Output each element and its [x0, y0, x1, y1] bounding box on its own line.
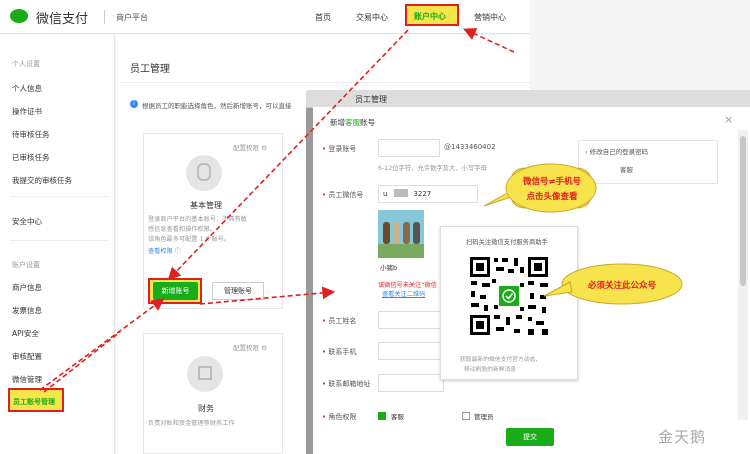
screenshot-page: 微信支付 商户平台 首页 交易中心 账户中心 营销中心 个人设置 个人信息 操作… [0, 0, 750, 454]
arrow-to-account-center [463, 28, 515, 53]
arrow-staff-mgmt-to-add-button [39, 298, 165, 391]
callout-wechat-not-phone: 微信号≠手机号 [522, 177, 582, 187]
callout-must-follow: 必须关注此公众号 [587, 281, 656, 291]
callout-click-avatar: 点击头像查看 [526, 192, 578, 202]
arrow-add-button-to-dialog [199, 286, 336, 305]
arrow-segment [43, 331, 121, 393]
watermark: 金天鹅 [658, 428, 707, 446]
annotation-arrows [39, 28, 683, 393]
arrow-account-to-add-button [167, 29, 409, 281]
